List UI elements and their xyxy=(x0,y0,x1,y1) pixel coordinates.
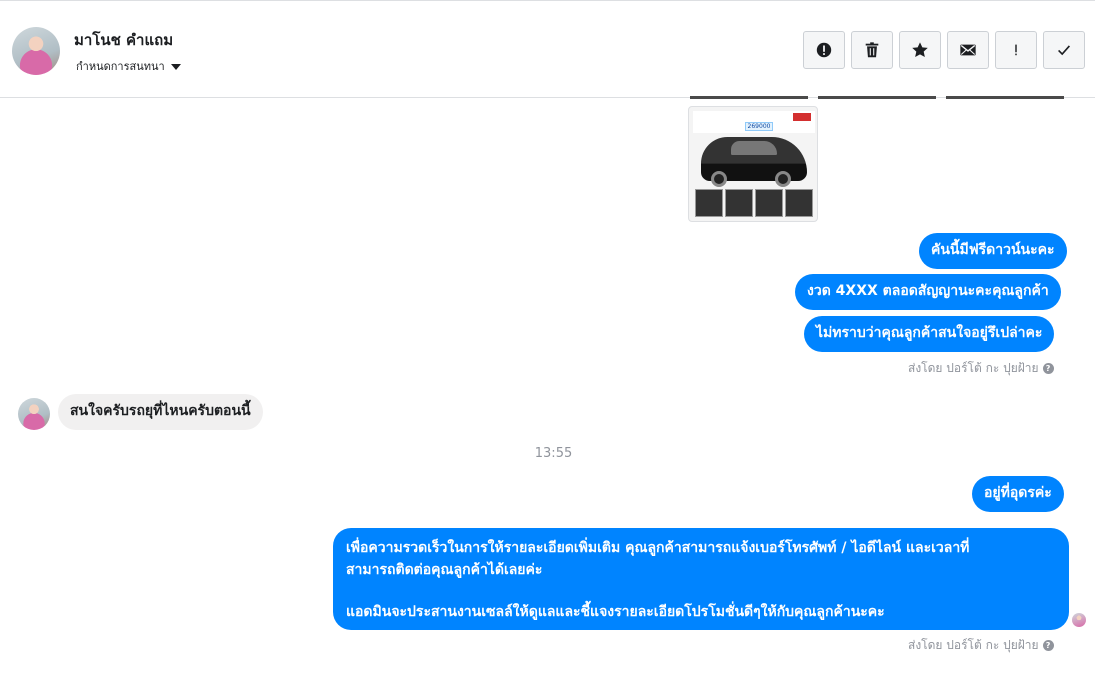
conversation-settings-dropdown[interactable]: กำหนดการสนทนา xyxy=(76,57,181,75)
car-ad-image[interactable]: 269000 xyxy=(688,106,818,222)
message-outgoing[interactable]: งวด 4XXX ตลอดสัญญานะคะคุณลูกค้า xyxy=(795,274,1061,310)
trash-icon xyxy=(865,42,879,58)
mark-done-button[interactable] xyxy=(1043,31,1085,69)
follow-up-button[interactable] xyxy=(995,31,1037,69)
help-icon[interactable]: ? xyxy=(1042,363,1054,374)
contact-name[interactable]: มาโนช คำแถม xyxy=(74,28,173,52)
help-icon[interactable]: ? xyxy=(1042,640,1054,651)
caret-down-icon xyxy=(170,63,181,70)
message-outgoing[interactable]: ไม่ทราบว่าคุณลูกค้าสนใจอยู่รึเปล่าคะ xyxy=(804,316,1055,352)
message-thread: 269000 คันนี้มีฟรีดาวน์นะคะ งวด 4XXX ตลอ… xyxy=(0,96,1095,678)
contact-avatar[interactable] xyxy=(12,27,60,75)
read-receipt-avatar xyxy=(1072,613,1086,627)
car-ad-price: 269000 xyxy=(745,122,773,131)
exclamation-icon xyxy=(1015,44,1017,56)
mark-unread-button[interactable] xyxy=(947,31,989,69)
toolbar xyxy=(803,31,1085,69)
message-outgoing-long[interactable]: เพื่อความรวดเร็วในการให้รายละเอียดเพิ่มเ… xyxy=(333,528,1069,630)
message-outgoing[interactable]: คันนี้มีฟรีดาวน์นะคะ xyxy=(919,233,1067,269)
sent-by-label: ส่งโดย ปอร์โต้ กะ ปุยฝ้าย ? xyxy=(908,359,1054,378)
star-button[interactable] xyxy=(899,31,941,69)
message-outgoing[interactable]: อยู่ที่อุดรค่ะ xyxy=(972,476,1064,512)
message-incoming[interactable]: สนใจครับรถยุที่ไหนครับตอนนี้ xyxy=(58,394,263,430)
sent-by-label: ส่งโดย ปอร์โต้ กะ ปุยฝ้าย ? xyxy=(908,636,1054,655)
check-icon xyxy=(1058,45,1071,56)
contact-avatar-small[interactable] xyxy=(18,398,50,430)
star-icon xyxy=(912,42,928,58)
delete-button[interactable] xyxy=(851,31,893,69)
exclamation-circle-icon xyxy=(816,42,832,58)
previous-image-strip[interactable] xyxy=(690,96,1066,100)
conversation-header: มาโนช คำแถม กำหนดการสนทนา xyxy=(0,0,1095,98)
envelope-icon xyxy=(960,44,976,56)
message-timestamp: 13:55 xyxy=(534,446,573,461)
conversation-settings-label: กำหนดการสนทนา xyxy=(76,60,165,73)
car-ad-header: 269000 xyxy=(693,111,815,133)
report-spam-button[interactable] xyxy=(803,31,845,69)
car-ad-thumbnails xyxy=(695,189,813,217)
